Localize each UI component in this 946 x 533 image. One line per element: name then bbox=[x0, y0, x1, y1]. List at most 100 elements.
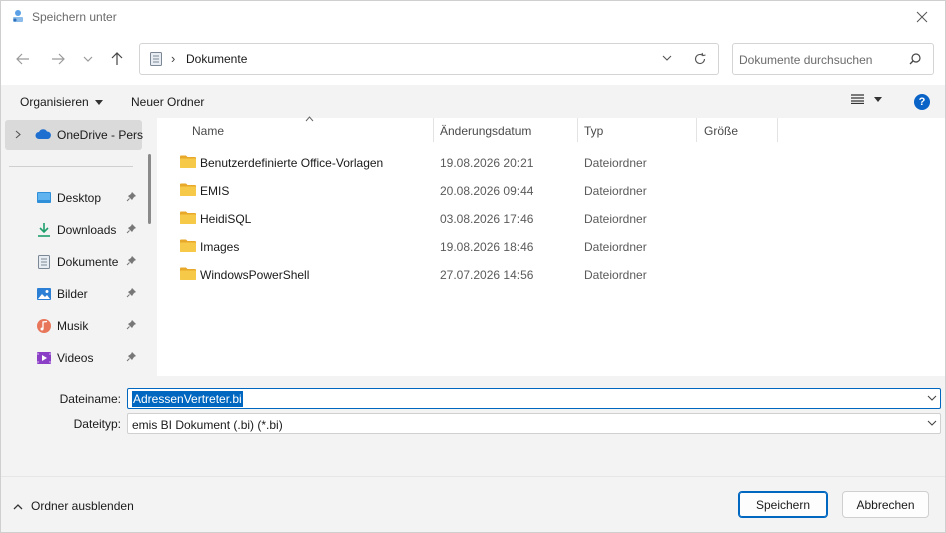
save-form: Dateiname: AdressenVertreter.bi Dateityp… bbox=[1, 376, 945, 476]
sidebar-item-label: Bilder bbox=[57, 287, 88, 301]
sidebar-item-downloads[interactable]: Downloads bbox=[1, 216, 143, 244]
file-name: WindowsPowerShell bbox=[200, 268, 310, 282]
refresh-icon[interactable] bbox=[693, 52, 707, 66]
sidebar-item-onedrive[interactable]: OneDrive - Perso bbox=[5, 120, 150, 150]
file-name: EMIS bbox=[200, 184, 230, 198]
caret-down-icon bbox=[94, 99, 103, 105]
column-divider[interactable] bbox=[433, 118, 434, 142]
file-list: Name Änderungsdatum Typ Größe Benutzerde… bbox=[157, 116, 945, 376]
chevron-down-icon[interactable] bbox=[927, 419, 937, 427]
arrow-left-icon bbox=[16, 53, 29, 65]
sidebar-item-videos[interactable]: Videos bbox=[1, 344, 143, 372]
column-header-date[interactable]: Änderungsdatum bbox=[440, 124, 531, 138]
filename-input[interactable]: AdressenVertreter.bi bbox=[132, 391, 243, 407]
chevron-down-icon bbox=[83, 56, 93, 62]
organize-label: Organisieren bbox=[20, 95, 89, 109]
forward-button[interactable] bbox=[44, 47, 72, 71]
folder-icon bbox=[180, 155, 196, 168]
sidebar-item-music[interactable]: Musik bbox=[1, 312, 143, 340]
column-divider[interactable] bbox=[577, 118, 578, 142]
sidebar-item-label: Dokumente bbox=[57, 255, 119, 269]
sidebar-item-label: Musik bbox=[57, 319, 89, 333]
table-row[interactable]: WindowsPowerShell 27.07.2026 14:56 Datei… bbox=[157, 260, 945, 288]
filename-label: Dateiname: bbox=[59, 392, 121, 406]
hide-folders-toggle[interactable]: Ordner ausblenden bbox=[13, 499, 134, 513]
file-date: 27.07.2026 14:56 bbox=[440, 268, 534, 282]
column-divider[interactable] bbox=[777, 118, 778, 142]
table-row[interactable]: HeidiSQL 03.08.2026 17:46 Dateiordner bbox=[157, 204, 945, 232]
dialog-footer: Ordner ausblenden Speichern Abbrechen bbox=[1, 476, 945, 532]
folder-icon bbox=[180, 239, 196, 252]
list-view-icon bbox=[851, 94, 864, 104]
arrow-up-icon bbox=[111, 52, 123, 65]
download-icon bbox=[38, 223, 50, 237]
column-header-name[interactable]: Name bbox=[192, 124, 224, 138]
sidebar-item-documents[interactable]: Dokumente bbox=[1, 248, 143, 276]
column-header-size[interactable]: Größe bbox=[704, 124, 738, 138]
file-type: Dateiordner bbox=[584, 268, 647, 282]
close-button[interactable] bbox=[899, 1, 945, 33]
file-type: Dateiordner bbox=[584, 184, 647, 198]
sidebar-item-pictures[interactable]: Bilder bbox=[1, 280, 143, 308]
file-name: Benutzerdefinierte Office-Vorlagen bbox=[200, 156, 384, 170]
cancel-button[interactable]: Abbrechen bbox=[842, 491, 929, 518]
file-date: 03.08.2026 17:46 bbox=[440, 212, 534, 226]
window-title: Speichern unter bbox=[32, 10, 117, 24]
column-divider[interactable] bbox=[696, 118, 697, 142]
sort-ascending-icon bbox=[305, 116, 314, 122]
folder-icon bbox=[180, 211, 196, 224]
up-button[interactable] bbox=[103, 47, 131, 71]
sidebar-item-label: OneDrive - Perso bbox=[57, 128, 150, 142]
table-row[interactable]: Images 19.08.2026 18:46 Dateiordner bbox=[157, 232, 945, 260]
search-box[interactable]: Dokumente durchsuchen bbox=[732, 43, 934, 75]
pin-icon bbox=[126, 288, 136, 298]
filetype-label: Dateityp: bbox=[73, 417, 121, 431]
chevron-right-icon[interactable] bbox=[15, 130, 21, 139]
save-button[interactable]: Speichern bbox=[738, 491, 828, 518]
pin-icon bbox=[126, 224, 136, 234]
help-icon[interactable]: ? bbox=[914, 94, 930, 110]
filetype-value: emis BI Dokument (.bi) (*.bi) bbox=[132, 418, 283, 432]
organize-button[interactable]: Organisieren bbox=[20, 95, 103, 109]
music-icon bbox=[37, 319, 51, 333]
pin-icon bbox=[126, 256, 136, 266]
filename-field[interactable]: AdressenVertreter.bi bbox=[127, 388, 941, 409]
sidebar-item-label: Videos bbox=[57, 351, 94, 365]
chevron-up-icon bbox=[13, 503, 23, 509]
navigation-bar: › Dokumente Dokumente durchsuchen bbox=[1, 33, 945, 85]
cloud-icon bbox=[35, 129, 51, 139]
chevron-down-icon[interactable] bbox=[927, 394, 937, 402]
document-icon bbox=[38, 255, 50, 269]
title-bar: Speichern unter bbox=[1, 1, 945, 33]
new-folder-label: Neuer Ordner bbox=[131, 95, 205, 109]
table-row[interactable]: EMIS 20.08.2026 09:44 Dateiordner bbox=[157, 176, 945, 204]
command-bar: Organisieren Neuer Ordner ? bbox=[1, 85, 945, 118]
address-bar[interactable]: › Dokumente bbox=[139, 43, 719, 75]
filetype-select[interactable]: emis BI Dokument (.bi) (*.bi) bbox=[127, 413, 941, 434]
divider bbox=[9, 166, 133, 167]
column-header-type[interactable]: Typ bbox=[584, 124, 603, 138]
file-type: Dateiordner bbox=[584, 240, 647, 254]
view-options-button[interactable] bbox=[851, 94, 882, 104]
sidebar-scrollbar[interactable] bbox=[143, 118, 157, 376]
breadcrumb-separator: › bbox=[171, 51, 176, 66]
back-button[interactable] bbox=[9, 47, 37, 71]
navigation-pane: OneDrive - Perso Desktop Downloads Dokum… bbox=[1, 118, 157, 376]
chevron-down-icon[interactable] bbox=[662, 53, 672, 63]
new-folder-button[interactable]: Neuer Ordner bbox=[131, 95, 204, 109]
arrow-right-icon bbox=[52, 53, 65, 65]
recent-locations-button[interactable] bbox=[74, 47, 102, 71]
file-name: Images bbox=[200, 240, 240, 254]
close-icon bbox=[916, 11, 928, 23]
pin-icon bbox=[126, 192, 136, 202]
breadcrumb-location[interactable]: Dokumente bbox=[186, 52, 247, 66]
caret-down-icon bbox=[874, 96, 882, 102]
document-icon bbox=[150, 52, 162, 66]
pin-icon bbox=[126, 320, 136, 330]
table-row[interactable]: Benutzerdefinierte Office-Vorlagen 19.08… bbox=[157, 148, 945, 176]
file-name: HeidiSQL bbox=[200, 212, 252, 226]
scrollbar-thumb[interactable] bbox=[148, 154, 151, 224]
search-input[interactable]: Dokumente durchsuchen bbox=[739, 53, 872, 67]
videos-icon bbox=[37, 352, 51, 364]
sidebar-item-desktop[interactable]: Desktop bbox=[1, 184, 143, 212]
